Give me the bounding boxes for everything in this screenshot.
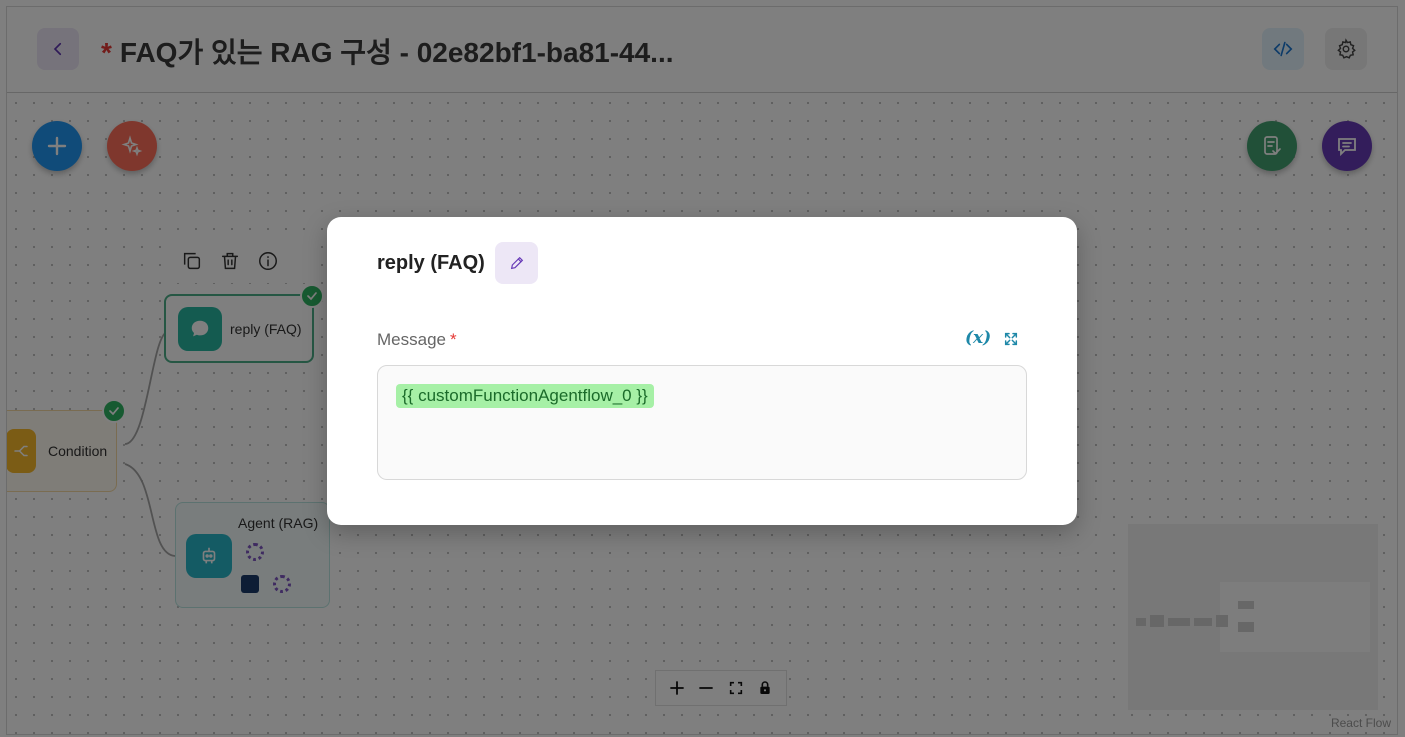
node-edit-dialog: reply (FAQ) Message * (x) {{ customFuncti… (327, 217, 1077, 525)
message-editor[interactable]: {{ customFunctionAgentflow_0 }} (377, 365, 1027, 480)
expand-editor-button[interactable] (1002, 330, 1020, 348)
required-marker: * (449, 330, 457, 349)
expand-icon (1004, 332, 1018, 346)
edit-name-button[interactable] (495, 242, 538, 284)
variable-chip[interactable]: {{ customFunctionAgentflow_0 }} (396, 384, 654, 408)
message-label-text: Message (377, 330, 446, 349)
insert-variable-button[interactable]: (x) (965, 328, 991, 348)
pencil-icon (510, 256, 523, 270)
message-field-label: Message * (377, 330, 457, 350)
dialog-node-name: reply (FAQ) (377, 252, 485, 274)
